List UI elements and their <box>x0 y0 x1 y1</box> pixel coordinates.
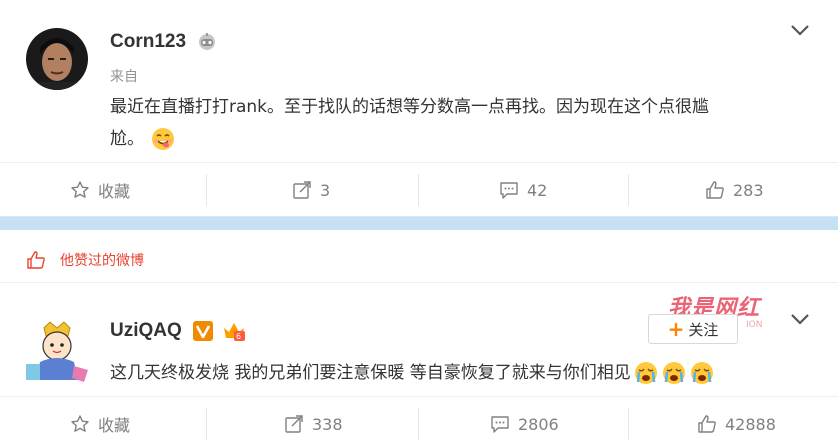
post1-username[interactable]: Corn123 <box>110 31 186 53</box>
favorite-button[interactable]: 收藏 <box>70 162 130 218</box>
separator <box>206 408 207 440</box>
liked-bar-divider <box>0 282 838 283</box>
repost-count: 338 <box>312 414 343 434</box>
chevron-down-icon[interactable] <box>789 308 811 330</box>
like-count: 283 <box>733 180 764 200</box>
comment-count: 2806 <box>518 414 559 434</box>
post1-actions: 收藏 3 42 283 <box>0 162 838 218</box>
post1-content-line2: 尬。 <box>110 124 176 154</box>
svg-text:6: 6 <box>236 332 241 341</box>
post2-actions: 收藏 338 2806 42888 <box>0 396 838 448</box>
post2-content: 这几天终极发烧 我的兄弟们要注意保暖 等自豪恢复了就来与你们相见 <box>110 358 715 388</box>
favorite-label: 收藏 <box>98 416 131 435</box>
like-count: 42888 <box>725 414 776 434</box>
comment-icon <box>500 182 518 199</box>
comment-button[interactable]: 2806 <box>490 396 559 448</box>
repost-count: 3 <box>320 180 331 200</box>
feed-divider <box>0 216 838 230</box>
favorite-button[interactable]: 收藏 <box>70 396 130 448</box>
crying-emoji-icon <box>662 362 685 384</box>
post1-source: 来自 <box>110 69 138 85</box>
crying-emoji-icon <box>634 362 657 384</box>
favorite-label: 收藏 <box>98 182 131 201</box>
like-button[interactable]: 283 <box>705 162 764 218</box>
plus-icon: + <box>667 317 685 341</box>
separator <box>628 174 629 206</box>
post1-content-text: 尬。 <box>110 129 144 149</box>
star-icon <box>71 181 89 198</box>
vip-crown-icon: 6 <box>222 320 246 346</box>
chevron-down-icon[interactable] <box>789 19 811 41</box>
comment-button[interactable]: 42 <box>499 162 547 218</box>
share-icon <box>293 181 311 199</box>
avatar-corn123[interactable] <box>26 28 88 90</box>
liked-notice-label: 他赞过的微博 <box>60 253 144 269</box>
watermark-sub: ION <box>746 320 763 330</box>
yummy-emoji-icon <box>152 128 174 150</box>
follow-label: 关注 <box>688 320 719 339</box>
share-icon <box>285 415 303 433</box>
post1-content-line1: 最近在直播打打rank。至于找队的话想等分数高一点再找。因为现在这个点很尴 <box>110 97 710 117</box>
separator <box>418 408 419 440</box>
follow-button[interactable]: + 关注 <box>648 314 738 344</box>
thumbs-up-icon <box>698 415 716 433</box>
thumbs-up-icon <box>706 181 724 199</box>
separator <box>418 174 419 206</box>
avatar-uziqaq[interactable] <box>22 318 92 384</box>
repost-button[interactable]: 338 <box>284 396 343 448</box>
like-button[interactable]: 42888 <box>697 396 776 448</box>
comment-count: 42 <box>527 180 548 200</box>
verified-v-icon <box>192 320 214 346</box>
separator <box>628 408 629 440</box>
repost-button[interactable]: 3 <box>292 162 330 218</box>
star-icon <box>71 415 89 432</box>
liked-notice: 他赞过的微博 <box>0 240 838 280</box>
post2-username[interactable]: UziQAQ <box>110 320 182 342</box>
crying-emoji-icon <box>690 362 713 384</box>
post2-content-text: 这几天终极发烧 我的兄弟们要注意保暖 等自豪恢复了就来与你们相见 <box>110 363 631 383</box>
separator <box>206 174 207 206</box>
robot-badge-icon <box>196 32 218 56</box>
thumbs-up-icon <box>27 251 45 269</box>
comment-icon <box>491 416 509 433</box>
